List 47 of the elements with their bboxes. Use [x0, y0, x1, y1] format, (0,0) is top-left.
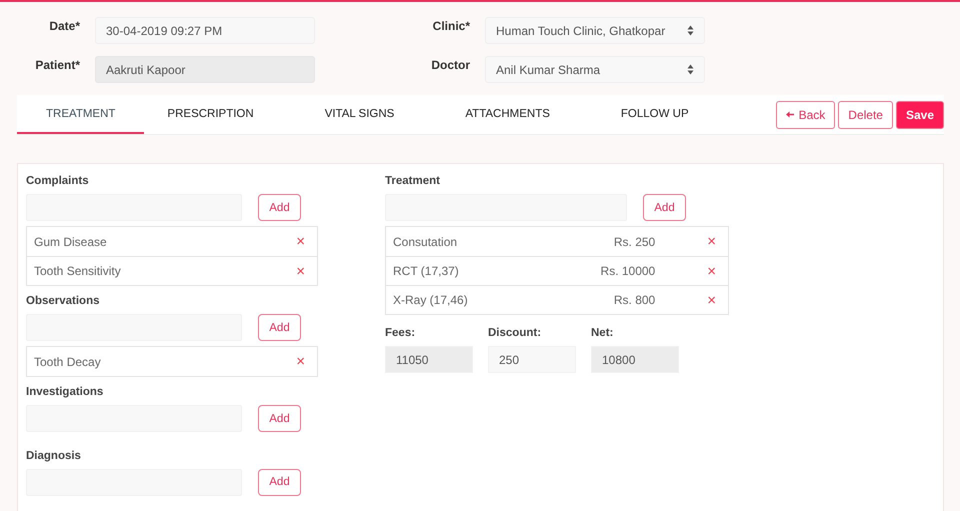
back-button[interactable]: Back	[776, 100, 836, 128]
add-button[interactable]: Add	[643, 194, 686, 221]
item-name: RCT (17,37)	[393, 264, 460, 278]
section-label: Investigations	[26, 386, 104, 398]
tab[interactable]: ATTACHMENTS	[442, 95, 573, 134]
item-price: Rs. 10000	[600, 264, 656, 278]
item-name: X-Ray (17,46)	[393, 293, 469, 307]
item-name: Consutation	[393, 234, 458, 248]
item-name: Gum Disease	[34, 234, 108, 248]
add-button[interactable]: Add	[258, 405, 301, 432]
field-label: Clinic*	[432, 18, 470, 33]
section-label: Diagnosis	[26, 450, 82, 462]
remove-button[interactable]: ×	[292, 234, 309, 249]
input-field[interactable]: 30-04-2019 09:27 PM	[95, 17, 315, 44]
add-button[interactable]: Add	[258, 314, 301, 341]
item-name: Tooth Sensitivity	[34, 264, 122, 278]
total-field[interactable]: 250	[488, 346, 576, 373]
total-label: Fees:	[385, 327, 416, 339]
total-label: Net:	[591, 327, 614, 339]
select-field[interactable]: Anil Kumar Sharma	[485, 56, 705, 83]
field-label: Doctor	[431, 57, 470, 72]
remove-button[interactable]: ×	[292, 264, 309, 278]
field-label: Patient*	[35, 57, 80, 72]
save-button[interactable]: Save	[896, 100, 944, 128]
section-label: Treatment	[385, 175, 441, 187]
delete-button[interactable]: Delete	[838, 100, 893, 128]
item-name: Tooth Decay	[34, 354, 102, 368]
add-button[interactable]: Add	[258, 194, 301, 221]
tab[interactable]: TREATMENT	[17, 95, 144, 134]
sort-caret-icon	[687, 64, 694, 75]
arrow-left-icon	[786, 111, 794, 118]
remove-button[interactable]: ×	[292, 354, 309, 369]
remove-button[interactable]: ×	[703, 234, 720, 249]
section-label: Complaints	[26, 175, 90, 187]
tab[interactable]: VITAL SIGNS	[302, 95, 418, 134]
tab[interactable]: FOLLOW UP	[598, 95, 712, 134]
item-price: Rs. 250	[612, 234, 656, 248]
total-label: Discount:	[488, 327, 542, 339]
item-price: Rs. 800	[612, 293, 656, 307]
field-label: Date*	[49, 18, 80, 33]
tab[interactable]: PRESCRIPTION	[144, 95, 277, 134]
section-label: Observations	[26, 295, 100, 307]
add-button[interactable]: Add	[258, 468, 301, 496]
remove-button[interactable]: ×	[703, 292, 720, 308]
sort-caret-icon	[687, 25, 694, 36]
select-field[interactable]: Human Touch Clinic, Ghatkopar	[485, 17, 705, 44]
remove-button[interactable]: ×	[703, 264, 720, 278]
